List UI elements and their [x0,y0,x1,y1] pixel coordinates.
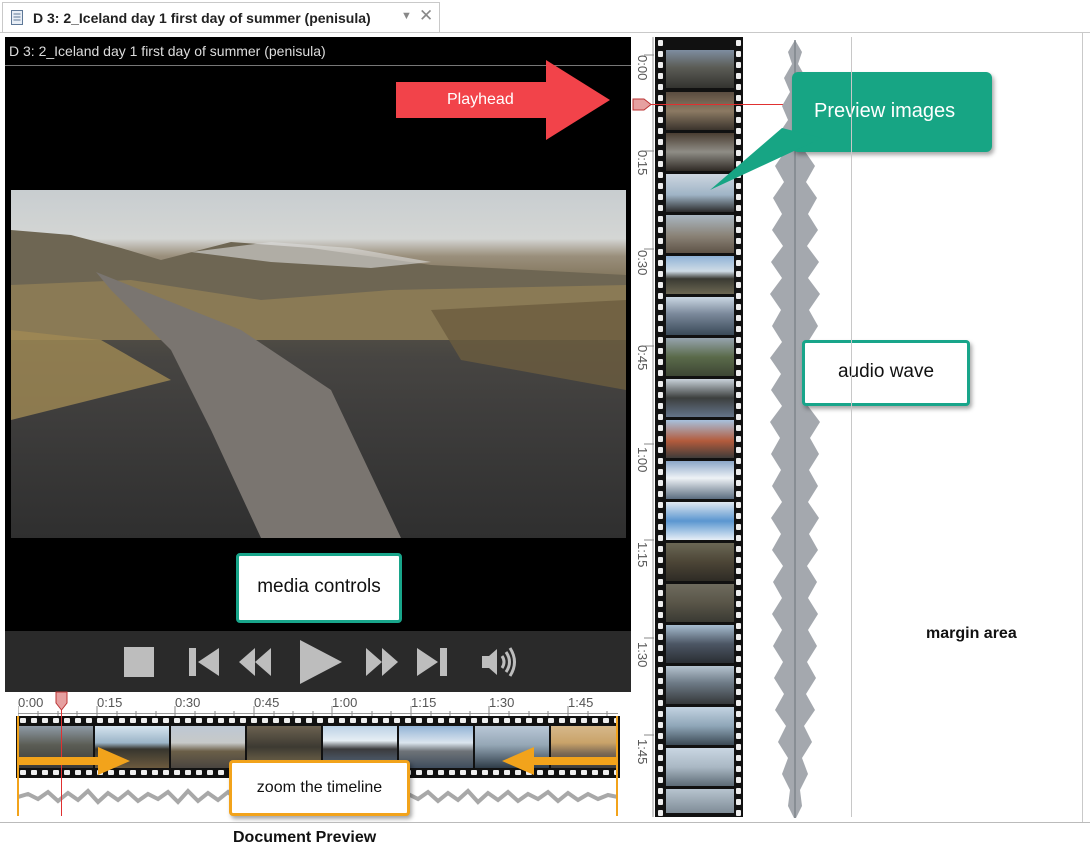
zoom-callout-text: zoom the timeline [256,779,383,796]
preview-thumbnail[interactable] [666,748,734,786]
video-landscape-image [11,230,626,538]
media-controls-callout: media controls [236,553,402,623]
volume-icon [482,647,516,677]
play-icon [300,640,342,684]
tab-divider [0,32,1090,33]
timeline-ruler-minor-ticks [18,706,608,716]
fast-forward-icon [366,648,398,676]
media-controls-callout-text: media controls [257,576,381,597]
document-tab[interactable]: D 3: 2_Iceland day 1 first day of summer… [2,2,440,33]
preview-thumbnail[interactable] [666,502,734,540]
volume-button[interactable] [479,644,519,680]
audio-wave-callout: audio wave [802,340,970,406]
skip-end-button[interactable] [415,646,449,678]
bottom-divider [0,822,1090,823]
rewind-icon [239,648,271,676]
right-border [1082,32,1083,822]
zoom-arrow-right [18,747,130,775]
preview-thumbnail[interactable] [666,625,734,663]
preview-thumbnail[interactable] [666,338,734,376]
play-button[interactable] [298,638,344,686]
stop-button[interactable] [124,647,154,677]
tab-dropdown-icon[interactable]: ▼ [401,10,412,22]
zoom-arrow-left [502,747,618,775]
tab-title: D 3: 2_Iceland day 1 first day of summer… [33,10,371,26]
preview-thumbnail[interactable] [666,256,734,294]
playhead-callout-text: Playhead [447,91,514,108]
preview-thumbnail[interactable] [666,92,734,130]
margin-divider [851,37,852,817]
skip-start-button[interactable] [187,646,221,678]
preview-thumbnail[interactable] [666,666,734,704]
filmstrip-sprockets-top [18,718,618,724]
preview-thumbnail[interactable] [666,461,734,499]
zoom-callout: zoom the timeline [229,760,410,816]
timeline-thumbnail[interactable] [399,726,473,768]
vertical-sprockets-left [657,38,664,816]
preview-images-callout-text: Preview images [814,100,956,122]
preview-thumbnail[interactable] [666,789,734,813]
preview-callout-pointer [710,128,822,190]
skip-to-end-icon [417,648,447,676]
document-preview-label: Document Preview [233,829,377,846]
preview-thumbnail[interactable] [666,420,734,458]
preview-thumbnail[interactable] [666,543,734,581]
fast-forward-button[interactable] [364,646,400,678]
skip-to-start-icon [189,648,219,676]
preview-thumbnail[interactable] [666,50,734,88]
media-title: D 3: 2_Iceland day 1 first day of summer… [9,43,326,59]
video-frame[interactable] [11,190,626,538]
stop-icon [124,647,154,677]
vertical-ruler-ticks [644,37,654,817]
rewind-button[interactable] [237,646,273,678]
vertical-playhead-handle[interactable] [632,98,652,111]
preview-thumbnail[interactable] [666,379,734,417]
tab-close-icon[interactable]: ✕ [419,6,433,26]
audio-wave-callout-text: audio wave [837,361,935,382]
preview-thumbnail[interactable] [666,297,734,335]
preview-thumbnail[interactable] [666,215,734,253]
timeline-playhead-handle[interactable] [55,691,68,711]
margin-area-label: margin area [926,625,1017,642]
preview-thumbnail[interactable] [666,707,734,745]
preview-thumbnail[interactable] [666,584,734,622]
document-icon [11,10,23,25]
